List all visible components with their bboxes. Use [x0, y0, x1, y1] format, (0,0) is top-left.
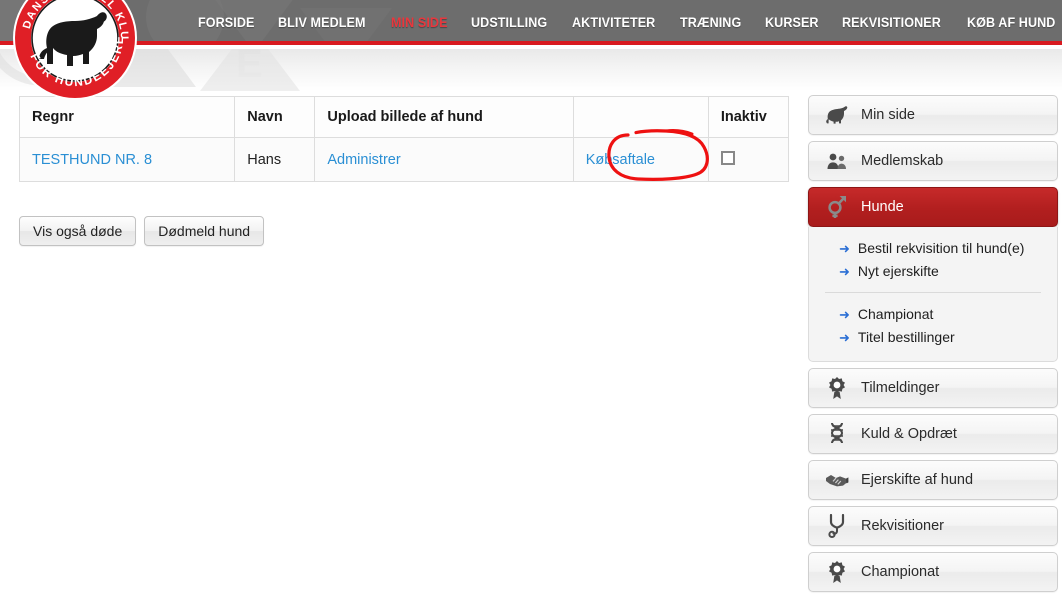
- sidebar-item-rekvisitioner[interactable]: Rekvisitioner: [808, 506, 1058, 546]
- submenu-item-bestil-rekvisition[interactable]: ➜ Bestil rekvisition til hund(e): [809, 237, 1057, 260]
- sidebar-item-hunde[interactable]: Hunde: [808, 187, 1058, 227]
- table-action-buttons: Vis også døde Dødmeld hund: [19, 216, 265, 246]
- submenu-item-label: Championat: [857, 306, 934, 322]
- cell-aftale: Købsaftale: [572, 137, 709, 182]
- dog-regnr-link[interactable]: TESTHUND NR. 8: [32, 152, 152, 168]
- sidebar-item-label: Hunde: [861, 199, 904, 215]
- column-header-navn: Navn: [234, 96, 316, 138]
- dog-table: Regnr Navn Upload billede af hund Inakti…: [18, 96, 790, 182]
- nav-item-aktiviteter[interactable]: AKTIVITETER: [572, 15, 655, 30]
- sidebar-item-ejerskifte-af-hund[interactable]: Ejerskifte af hund: [808, 460, 1058, 500]
- inaktiv-checkbox[interactable]: [720, 150, 735, 165]
- column-header-aftale: [572, 96, 709, 138]
- cell-inaktiv: [707, 137, 790, 182]
- sidebar-item-label: Championat: [861, 564, 940, 580]
- sidebar-item-championat[interactable]: Championat: [808, 552, 1058, 592]
- sidebar-menu: Min side Medlemskab Hunde ➜ Bestil rekvi…: [808, 95, 1058, 598]
- nav-item-min-side[interactable]: MIN SIDE: [391, 15, 448, 30]
- submenu-item-championat[interactable]: ➜ Championat: [809, 303, 1057, 326]
- stethoscope-icon: [825, 514, 849, 538]
- cell-regnr: TESTHUND NR. 8: [18, 137, 236, 182]
- sidebar-item-label: Medlemskab: [861, 153, 944, 169]
- submenu-item-label: Titel bestillinger: [857, 329, 955, 345]
- people-icon: [825, 149, 849, 173]
- main-navigation: FORSIDE BLIV MEDLEM MIN SIDE UDSTILLING …: [198, 0, 1062, 41]
- nav-item-kurser[interactable]: KURSER: [765, 15, 819, 30]
- column-header-regnr: Regnr: [18, 96, 236, 138]
- nav-item-udstilling[interactable]: UDSTILLING: [471, 15, 547, 30]
- submenu-item-titel-bestillinger[interactable]: ➜ Titel bestillinger: [809, 326, 1057, 349]
- cell-navn: Hans: [234, 137, 316, 182]
- arrow-right-icon: ➜: [839, 307, 850, 322]
- handshake-icon: [825, 468, 849, 492]
- sidebar-item-tilmeldinger[interactable]: Tilmeldinger: [808, 368, 1058, 408]
- main-content: Regnr Navn Upload billede af hund Inakti…: [0, 49, 1062, 597]
- sidebar-item-label: Ejerskifte af hund: [861, 472, 974, 488]
- koebsaftale-link[interactable]: Købsaftale: [586, 152, 655, 168]
- submenu-item-label: Bestil rekvisition til hund(e): [857, 240, 1025, 256]
- nav-item-rekvisitioner[interactable]: REKVISITIONER: [842, 15, 941, 30]
- nav-item-koeb-af-hund[interactable]: KØB AF HUND: [967, 15, 1055, 30]
- sidebar-item-min-side[interactable]: Min side: [808, 95, 1058, 135]
- rosette-icon: [825, 560, 849, 584]
- column-header-upload: Upload billede af hund: [314, 96, 574, 138]
- sidebar-item-kuld-opdraet[interactable]: Kuld & Opdræt: [808, 414, 1058, 454]
- dna-icon: [825, 422, 849, 446]
- sidebar-item-medlemskab[interactable]: Medlemskab: [808, 141, 1058, 181]
- dog-icon: [825, 103, 849, 127]
- submenu-item-nyt-ejerskifte[interactable]: ➜ Nyt ejerskifte: [809, 260, 1057, 283]
- nav-item-traening[interactable]: TRÆNING: [680, 15, 741, 30]
- column-header-inaktiv: Inaktiv: [707, 96, 790, 138]
- administrer-link[interactable]: Administrer: [327, 152, 400, 168]
- nav-item-forside[interactable]: FORSIDE: [198, 15, 254, 30]
- sidebar-item-label: Rekvisitioner: [861, 518, 944, 534]
- table-header-row: Regnr Navn Upload billede af hund Inakti…: [18, 96, 790, 138]
- arrow-right-icon: ➜: [839, 264, 850, 279]
- site-logo[interactable]: DANSK KENNEL KLUB FOR HUNDEEJERE: [11, 0, 139, 102]
- doedmeld-hund-button[interactable]: Dødmeld hund: [144, 216, 265, 246]
- sidebar-item-label: Tilmeldinger: [861, 380, 940, 396]
- submenu-item-label: Nyt ejerskifte: [857, 263, 939, 279]
- sidebar-item-label: Kuld & Opdræt: [861, 426, 957, 442]
- submenu-divider: [825, 292, 1041, 293]
- table-row: TESTHUND NR. 8 Hans Administrer Købsafta…: [18, 137, 790, 182]
- sidebar-submenu-hunde: ➜ Bestil rekvisition til hund(e) ➜ Nyt e…: [808, 227, 1058, 362]
- cell-upload: Administrer: [314, 137, 574, 182]
- nav-item-bliv-medlem[interactable]: BLIV MEDLEM: [278, 15, 366, 30]
- sidebar-item-label: Min side: [861, 107, 915, 123]
- vis-ogsaa-doede-button[interactable]: Vis også døde: [19, 216, 137, 246]
- arrow-right-icon: ➜: [839, 330, 850, 345]
- arrow-right-icon: ➜: [839, 241, 850, 256]
- site-header: FORSIDE BLIV MEDLEM MIN SIDE UDSTILLING …: [0, 0, 1062, 45]
- rosette-icon: [825, 376, 849, 400]
- gender-icon: [825, 195, 849, 219]
